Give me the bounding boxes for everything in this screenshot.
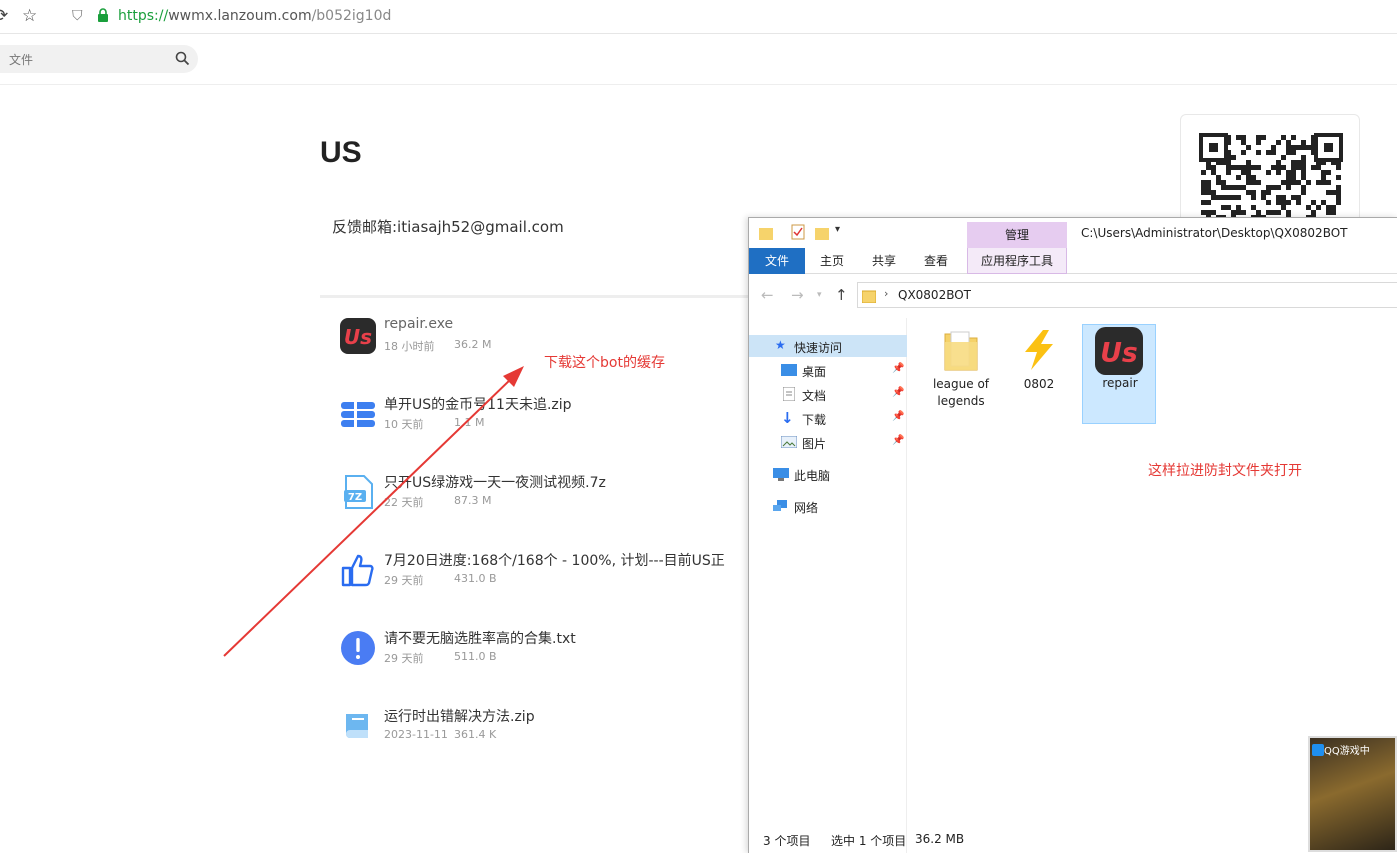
folder-icon: [861, 288, 877, 307]
manage-context-tab[interactable]: 管理: [967, 222, 1067, 248]
item-label: 0802: [1023, 377, 1055, 391]
nav-label: 网络: [794, 501, 819, 515]
window-title-path: C:\Users\Administrator\Desktop\QX0802BOT: [1081, 226, 1348, 240]
nav-label: 图片: [802, 437, 827, 451]
breadcrumb-folder[interactable]: QX0802BOT: [898, 288, 971, 302]
properties-icon[interactable]: [791, 224, 805, 244]
picture-icon: [780, 435, 798, 451]
nav-desktop[interactable]: 桌面 📌: [749, 359, 907, 381]
folder-icon[interactable]: [759, 225, 773, 244]
status-count: 3 个项目: [763, 834, 811, 848]
pin-icon: 📌: [892, 387, 905, 398]
item-0802[interactable]: 0802: [1002, 324, 1076, 424]
pin-icon: 📌: [892, 363, 905, 374]
tab-file[interactable]: 文件: [749, 248, 805, 274]
chevron-right-icon: ›: [884, 287, 889, 300]
network-icon: [773, 500, 789, 516]
lightning-icon: [1019, 328, 1059, 376]
nav-network[interactable]: 网络: [749, 495, 907, 517]
breadcrumb[interactable]: › QX0802BOT: [857, 282, 1397, 308]
item-label: repair: [1102, 376, 1138, 390]
star-icon: ★: [775, 338, 786, 352]
tab-app-tools[interactable]: 应用程序工具: [967, 248, 1067, 274]
svg-text:Us: Us: [1100, 338, 1138, 369]
document-icon: [782, 386, 796, 404]
item-label: league of legends: [932, 377, 990, 408]
pin-icon: 📌: [892, 411, 905, 422]
nav-documents[interactable]: 文档 📌: [749, 383, 907, 405]
tab-home[interactable]: 主页: [811, 248, 853, 274]
nav-this-pc[interactable]: 此电脑: [749, 463, 907, 485]
status-size: 36.2 MB: [915, 832, 965, 846]
up-icon[interactable]: ↑: [835, 286, 848, 304]
download-icon: ↓: [781, 409, 794, 427]
pin-icon: 📌: [892, 435, 905, 446]
back-icon[interactable]: ←: [761, 286, 774, 304]
item-repair[interactable]: Us repair: [1082, 324, 1156, 424]
chevron-down-icon[interactable]: ▾: [835, 224, 840, 235]
nav-quick-access[interactable]: ★ 快速访问: [749, 335, 907, 357]
navigation-pane: ★ 快速访问 桌面 📌 文档 📌 ↓ 下载 📌 图片 📌 此电脑 网络: [749, 318, 907, 853]
nav-pictures[interactable]: 图片 📌: [749, 431, 907, 453]
qq-icon: [1312, 741, 1324, 760]
new-folder-icon[interactable]: [815, 225, 829, 244]
arrow-to-file: [223, 377, 513, 657]
nav-label: 文档: [802, 389, 827, 403]
qq-thumbnail-title: QQ游戏中: [1324, 746, 1370, 757]
nav-label: 此电脑: [794, 469, 831, 483]
drag-note: 这样拉进防封文件夹打开: [1148, 463, 1302, 479]
nav-downloads[interactable]: ↓ 下载 📌: [749, 407, 907, 429]
item-league-of-legends[interactable]: league of legends: [924, 324, 998, 424]
nav-label: 下载: [802, 413, 827, 427]
status-selected: 选中 1 个项目: [831, 834, 907, 848]
quick-access-toolbar: ▾ 管理 C:\Users\Administrator\Desktop\QX08…: [749, 218, 1397, 248]
nav-label: 桌面: [802, 365, 827, 379]
download-note: 下载这个bot的缓存: [544, 355, 665, 371]
recent-chevron-icon[interactable]: ▾: [817, 290, 822, 300]
folder-icon: [943, 328, 979, 376]
status-bar: 3 个项目 选中 1 个项目 36.2 MB: [749, 830, 1397, 852]
us-app-icon: Us: [1095, 327, 1143, 379]
file-explorer-window[interactable]: ▾ 管理 C:\Users\Administrator\Desktop\QX08…: [748, 217, 1397, 853]
qq-game-thumbnail[interactable]: QQ游戏中: [1308, 736, 1397, 852]
ribbon-tabs: 文件 主页 共享 查看 应用程序工具: [749, 248, 1397, 274]
desktop-icon: [781, 364, 797, 379]
forward-icon[interactable]: →: [791, 286, 804, 304]
navigation-bar: ← → ▾ ↑ › QX0802BOT: [749, 280, 1397, 310]
tab-share[interactable]: 共享: [863, 248, 905, 274]
computer-icon: [773, 468, 789, 484]
tab-view[interactable]: 查看: [915, 248, 957, 274]
nav-label: 快速访问: [794, 341, 843, 355]
